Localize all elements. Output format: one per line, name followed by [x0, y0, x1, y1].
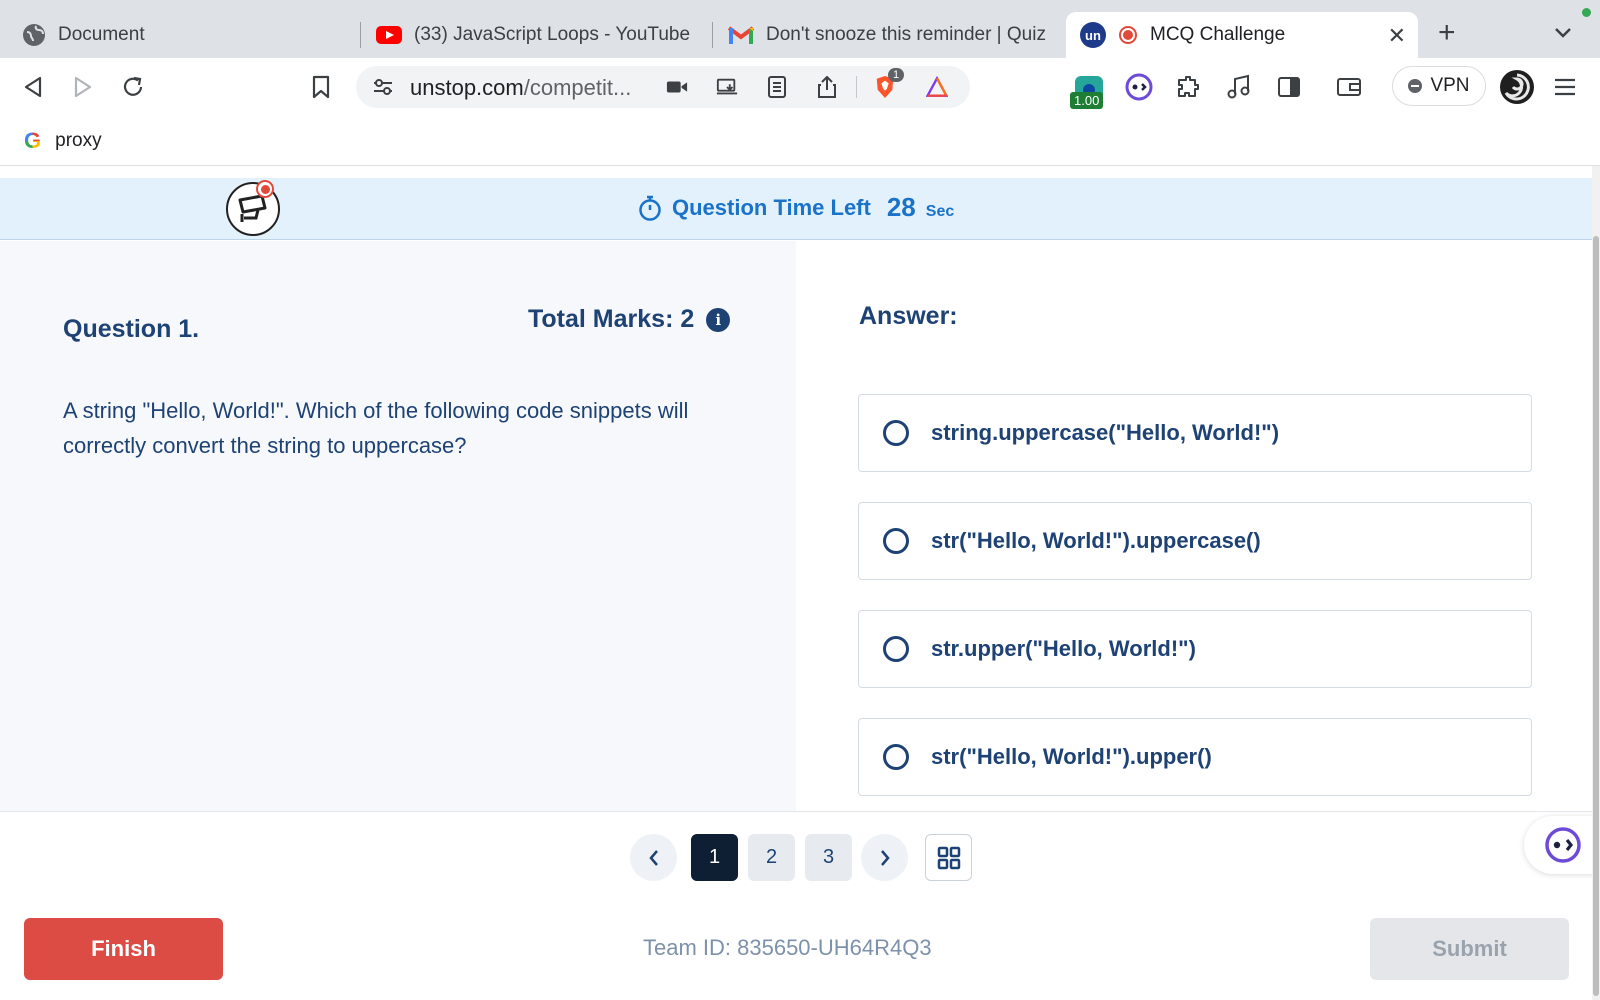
camera-icon[interactable] — [666, 76, 688, 98]
site-settings-icon[interactable] — [372, 76, 394, 98]
browser-toolbar: unstop.com/competit... 1 1.00 VPN — [0, 58, 1600, 116]
radio-button[interactable] — [883, 636, 909, 662]
bookmark-icon[interactable] — [306, 72, 336, 102]
option-label: str("Hello, World!").upper() — [931, 744, 1212, 769]
submit-button[interactable]: Submit — [1370, 918, 1569, 980]
bookmark-label: proxy — [55, 130, 102, 151]
tab-title: (33) JavaScript Loops - YouTube — [414, 24, 691, 45]
chevron-right-icon — [880, 849, 890, 866]
scrollbar-thumb[interactable] — [1593, 236, 1599, 996]
page-button-1[interactable]: 1 — [691, 834, 738, 881]
total-marks: Total Marks: 2 i — [528, 305, 731, 334]
recording-indicator — [256, 180, 274, 198]
radio-button[interactable] — [883, 744, 909, 770]
question-timer: Question Time Left 28 Sec — [638, 192, 954, 223]
option-label: str("Hello, World!").uppercase() — [931, 528, 1261, 553]
grid-icon — [937, 846, 960, 869]
page-button-2[interactable]: 2 — [748, 834, 795, 881]
tab-youtube[interactable]: (33) JavaScript Loops - YouTube — [362, 12, 712, 58]
chat-assistant-button[interactable] — [1524, 816, 1600, 874]
globe-icon — [23, 24, 45, 46]
footer: 1 2 3 Finish Team ID: 835650-UH64R4Q3 Su… — [0, 811, 1600, 1000]
finish-button[interactable]: Finish — [24, 918, 223, 980]
tab-divider — [360, 22, 361, 48]
tab-mcq-challenge[interactable]: un MCQ Challenge ✕ — [1066, 12, 1418, 58]
page-button-3[interactable]: 3 — [805, 834, 852, 881]
shields-count-badge: 1 — [888, 68, 905, 82]
timer-unit: Sec — [925, 203, 955, 220]
radio-button[interactable] — [883, 528, 909, 554]
install-app-icon[interactable] — [716, 76, 738, 98]
new-tab-icon[interactable]: + — [1438, 18, 1456, 48]
tab-title: Document — [58, 24, 145, 45]
question-number: Question 1. — [63, 315, 200, 343]
ext-face-icon[interactable] — [1124, 72, 1154, 102]
tab-search-icon[interactable] — [1554, 26, 1572, 44]
profile-avatar[interactable] — [1498, 68, 1536, 106]
reload-icon[interactable] — [118, 72, 148, 102]
tab-strip: Document (33) JavaScript Loops - YouTube… — [0, 0, 1600, 58]
tab-title: Don't snooze this reminder | Quiz — [766, 24, 1046, 45]
team-id: Team ID: 835650-UH64R4Q3 — [643, 935, 932, 960]
tab-gmail[interactable]: Don't snooze this reminder | Quiz — [714, 12, 1066, 58]
sidebar-icon[interactable] — [1274, 72, 1304, 102]
google-icon: G — [24, 128, 42, 153]
bookmark-proxy[interactable]: G proxy — [24, 128, 102, 154]
chevron-left-icon — [648, 849, 658, 866]
vpn-label: VPN — [1430, 75, 1470, 96]
answer-option-1[interactable]: string.uppercase("Hello, World!") — [858, 394, 1532, 472]
timer-label: Question Time Left — [672, 194, 871, 220]
prev-page-button[interactable] — [630, 834, 677, 881]
radio-button[interactable] — [883, 420, 909, 446]
tab-document[interactable]: Document — [8, 12, 360, 58]
extensions-icon[interactable] — [1174, 72, 1204, 102]
svg-text:un: un — [1085, 28, 1101, 43]
ext-speed-badge: 1.00 — [1070, 92, 1104, 109]
question-text: A string "Hello, World!". Which of the f… — [63, 398, 689, 458]
total-marks-label: Total Marks: 2 — [528, 305, 695, 333]
timer-bar: Question Time Left 28 Sec — [0, 178, 1592, 240]
tab-title: MCQ Challenge — [1150, 24, 1286, 45]
question-pane: Question 1. Total Marks: 2 i A string "H… — [0, 241, 796, 811]
forward-icon[interactable] — [68, 72, 98, 102]
brave-shields-icon[interactable]: 1 — [874, 68, 905, 98]
vpn-button[interactable]: VPN — [1392, 66, 1486, 106]
share-icon[interactable] — [816, 76, 838, 98]
answer-option-4[interactable]: str("Hello, World!").upper() — [858, 718, 1532, 796]
recording-icon — [1119, 26, 1137, 44]
unstop-icon: un — [1080, 22, 1106, 48]
gmail-icon — [728, 26, 754, 44]
url-text: unstop.com/competit... — [410, 75, 631, 101]
back-icon[interactable] — [18, 72, 48, 102]
brave-rewards-icon[interactable] — [926, 75, 948, 98]
chatbot-icon — [1545, 827, 1581, 863]
url-path: /competit... — [523, 75, 632, 100]
wallet-icon[interactable] — [1334, 72, 1364, 102]
close-icon[interactable]: ✕ — [1388, 23, 1406, 49]
timer-value: 28 — [886, 192, 916, 222]
option-label: string.uppercase("Hello, World!") — [931, 420, 1280, 445]
next-page-button[interactable] — [861, 834, 908, 881]
tab-divider — [712, 22, 713, 48]
music-icon[interactable] — [1224, 72, 1254, 102]
quiz-page: Question Time Left 28 Sec Question 1. To… — [0, 166, 1600, 1000]
answer-label: Answer: — [859, 302, 958, 330]
option-label: str.upper("Hello, World!") — [931, 636, 1196, 661]
answer-option-3[interactable]: str.upper("Hello, World!") — [858, 610, 1532, 688]
omnibox-divider — [856, 76, 857, 98]
address-bar[interactable]: unstop.com/competit... 1 — [356, 66, 970, 108]
question-grid-button[interactable] — [925, 834, 972, 881]
reader-mode-icon[interactable] — [766, 76, 788, 98]
bookmarks-bar: G proxy — [0, 116, 1600, 166]
answer-option-2[interactable]: str("Hello, World!").uppercase() — [858, 502, 1532, 580]
vpn-status-icon — [1408, 79, 1423, 93]
url-host: unstop.com — [410, 75, 524, 100]
info-icon[interactable]: i — [706, 307, 731, 332]
stopwatch-icon — [639, 195, 661, 221]
youtube-icon — [376, 26, 402, 44]
menu-icon[interactable] — [1550, 72, 1580, 102]
status-dot — [1582, 8, 1591, 17]
